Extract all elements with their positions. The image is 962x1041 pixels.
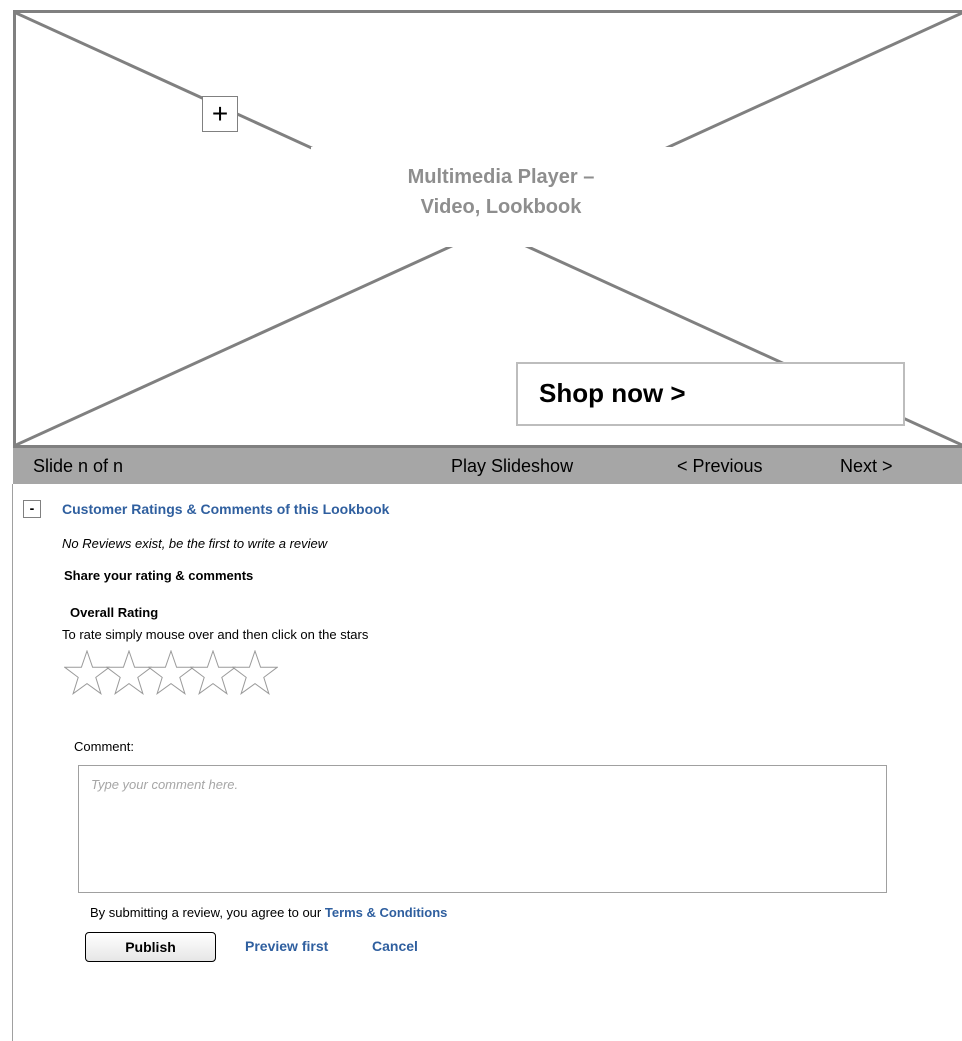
cancel-link[interactable]: Cancel [372, 938, 418, 954]
star-rating-input[interactable] [64, 650, 278, 700]
next-button[interactable]: Next > [840, 456, 893, 477]
terms-conditions-link[interactable]: Terms & Conditions [325, 905, 448, 920]
zoom-plus-button[interactable]: + [202, 96, 238, 132]
publish-button[interactable]: Publish [85, 932, 216, 962]
star-1-icon[interactable] [64, 650, 110, 698]
player-title-line1: Multimedia Player – [407, 166, 595, 188]
overall-rating-label: Overall Rating [70, 605, 159, 620]
section-divider [12, 484, 13, 1041]
previous-button[interactable]: < Previous [677, 456, 763, 477]
share-rating-heading: Share your rating & comments [64, 568, 254, 583]
multimedia-player[interactable]: Multimedia Player – Video, Lookbook + Sh… [13, 10, 962, 448]
player-title-line2: Video, Lookbook [420, 196, 582, 218]
play-slideshow-button[interactable]: Play Slideshow [451, 456, 573, 477]
star-2-icon[interactable] [106, 650, 152, 698]
slideshow-bar: Slide n of n Play Slideshow < Previous N… [13, 448, 962, 484]
lookbook-page: Multimedia Player – Video, Lookbook + Sh… [0, 0, 962, 1041]
terms-prefix: By submitting a review, you agree to our [90, 905, 325, 920]
comment-label: Comment: [74, 739, 134, 754]
star-5-icon[interactable] [232, 650, 278, 698]
rating-help-text: To rate simply mouse over and then click… [62, 627, 369, 642]
player-title: Multimedia Player – Video, Lookbook [311, 147, 691, 247]
star-4-icon[interactable] [190, 650, 236, 698]
collapse-section-button[interactable]: - [23, 500, 41, 518]
terms-notice: By submitting a review, you agree to our… [90, 905, 447, 920]
preview-first-link[interactable]: Preview first [245, 938, 328, 954]
comment-input[interactable] [78, 765, 887, 893]
slide-counter: Slide n of n [33, 456, 124, 476]
no-reviews-message: No Reviews exist, be the first to write … [62, 536, 328, 551]
reviews-section-title[interactable]: Customer Ratings & Comments of this Look… [62, 501, 389, 517]
star-3-icon[interactable] [148, 650, 194, 698]
shop-now-button[interactable]: Shop now > [516, 362, 905, 426]
